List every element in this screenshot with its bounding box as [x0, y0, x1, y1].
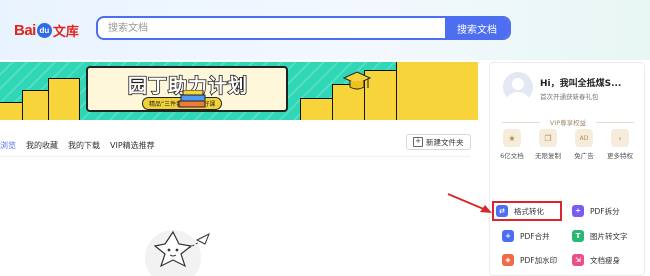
plus-icon: +: [413, 137, 423, 147]
books-icon: [178, 90, 206, 108]
tab-vip-picks[interactable]: VIP精选推荐: [110, 140, 155, 151]
avatar-person-icon: [507, 78, 529, 102]
search-box: 搜索文档: [96, 16, 511, 40]
tool-label: 图片转文字: [590, 231, 628, 241]
logo-wenku-text: 文库: [52, 24, 79, 40]
arrow-right-icon: ›: [611, 129, 629, 147]
star-icon: ★: [503, 129, 521, 147]
tab-browse[interactable]: 浏览: [0, 140, 16, 151]
annotation-arrow-icon: [447, 193, 492, 213]
perk-more[interactable]: › 更多特权: [602, 129, 638, 160]
tab-favorites[interactable]: 我的收藏: [26, 140, 58, 151]
tool-label: 文档瘦身: [590, 255, 620, 265]
merge-icon: +: [502, 230, 514, 242]
tool-format-convert[interactable]: ⇄ 格式转化: [492, 201, 562, 221]
tool-pdf-split[interactable]: ÷ PDF拆分: [572, 202, 638, 220]
tool-image-to-text[interactable]: T 图片转文字: [572, 227, 638, 245]
tool-label: PDF拆分: [590, 206, 620, 216]
promo-banner[interactable]: 园丁助力计划 精品“三件套”有你放好课: [0, 62, 478, 120]
new-folder-label: 新建文件夹: [426, 137, 464, 147]
tool-pdf-merge[interactable]: + PDF合并: [502, 227, 568, 245]
tool-label: PDF合并: [520, 231, 550, 241]
split-icon: ÷: [572, 205, 584, 217]
tab-downloads[interactable]: 我的下载: [68, 140, 100, 151]
empty-state-illustration: [145, 230, 210, 276]
tool-pdf-watermark[interactable]: ◈ PDF加水印: [502, 251, 568, 269]
user-panel: Hi，我叫全抵煤S... 首次开通获新春礼包 VIP尊享权益 ★ 6亿文档 ❐ …: [489, 62, 645, 276]
perk-label: 免广告: [574, 152, 594, 160]
banner-stair-left-3: [48, 78, 80, 120]
search-input[interactable]: [98, 18, 456, 38]
perk-label: 更多特权: [607, 152, 633, 160]
vip-section-header: VIP尊享权益: [498, 117, 638, 127]
banner-stair-right-1: [300, 98, 336, 120]
perk-label: 6亿文档: [500, 152, 524, 160]
banner-card: 园丁助力计划 精品“三件套”有你放好课: [86, 66, 372, 112]
compress-icon: ⇲: [572, 254, 584, 266]
tool-label: PDF加水印: [520, 255, 558, 265]
logo-paw-icon: du: [36, 22, 52, 38]
tabs-divider: [0, 156, 470, 157]
image-text-icon: T: [572, 230, 584, 242]
avatar[interactable]: [503, 72, 533, 102]
search-button[interactable]: 搜索文档: [445, 18, 509, 38]
perk-no-ads[interactable]: AD 免广告: [566, 129, 602, 160]
new-folder-button[interactable]: + 新建文件夹: [406, 134, 471, 150]
tool-label: 格式转化: [514, 206, 544, 216]
copy-icon: ❐: [539, 129, 557, 147]
user-promo-tip[interactable]: 首次开通获新春礼包: [540, 91, 599, 101]
vip-title: VIP尊享权益: [549, 119, 587, 127]
perk-documents[interactable]: ★ 6亿文档: [494, 129, 530, 160]
graduation-cap-icon: [342, 71, 372, 90]
ad-icon: AD: [575, 129, 593, 147]
tool-document-compress[interactable]: ⇲ 文档瘦身: [572, 251, 638, 269]
user-name[interactable]: Hi，我叫全抵煤S...: [540, 76, 640, 89]
document-tabs: 浏览 我的收藏 我的下载 VIP精选推荐: [0, 137, 165, 153]
banner-stair-right-4: [396, 62, 478, 120]
perk-copy[interactable]: ❐ 无限复制: [530, 129, 566, 160]
watermark-icon: ◈: [502, 254, 514, 266]
logo-bai-text: Bai: [14, 21, 36, 39]
convert-icon: ⇄: [496, 205, 508, 217]
perk-label: 无限复制: [535, 152, 561, 160]
baidu-wenku-logo[interactable]: Bai du 文库: [14, 20, 79, 40]
